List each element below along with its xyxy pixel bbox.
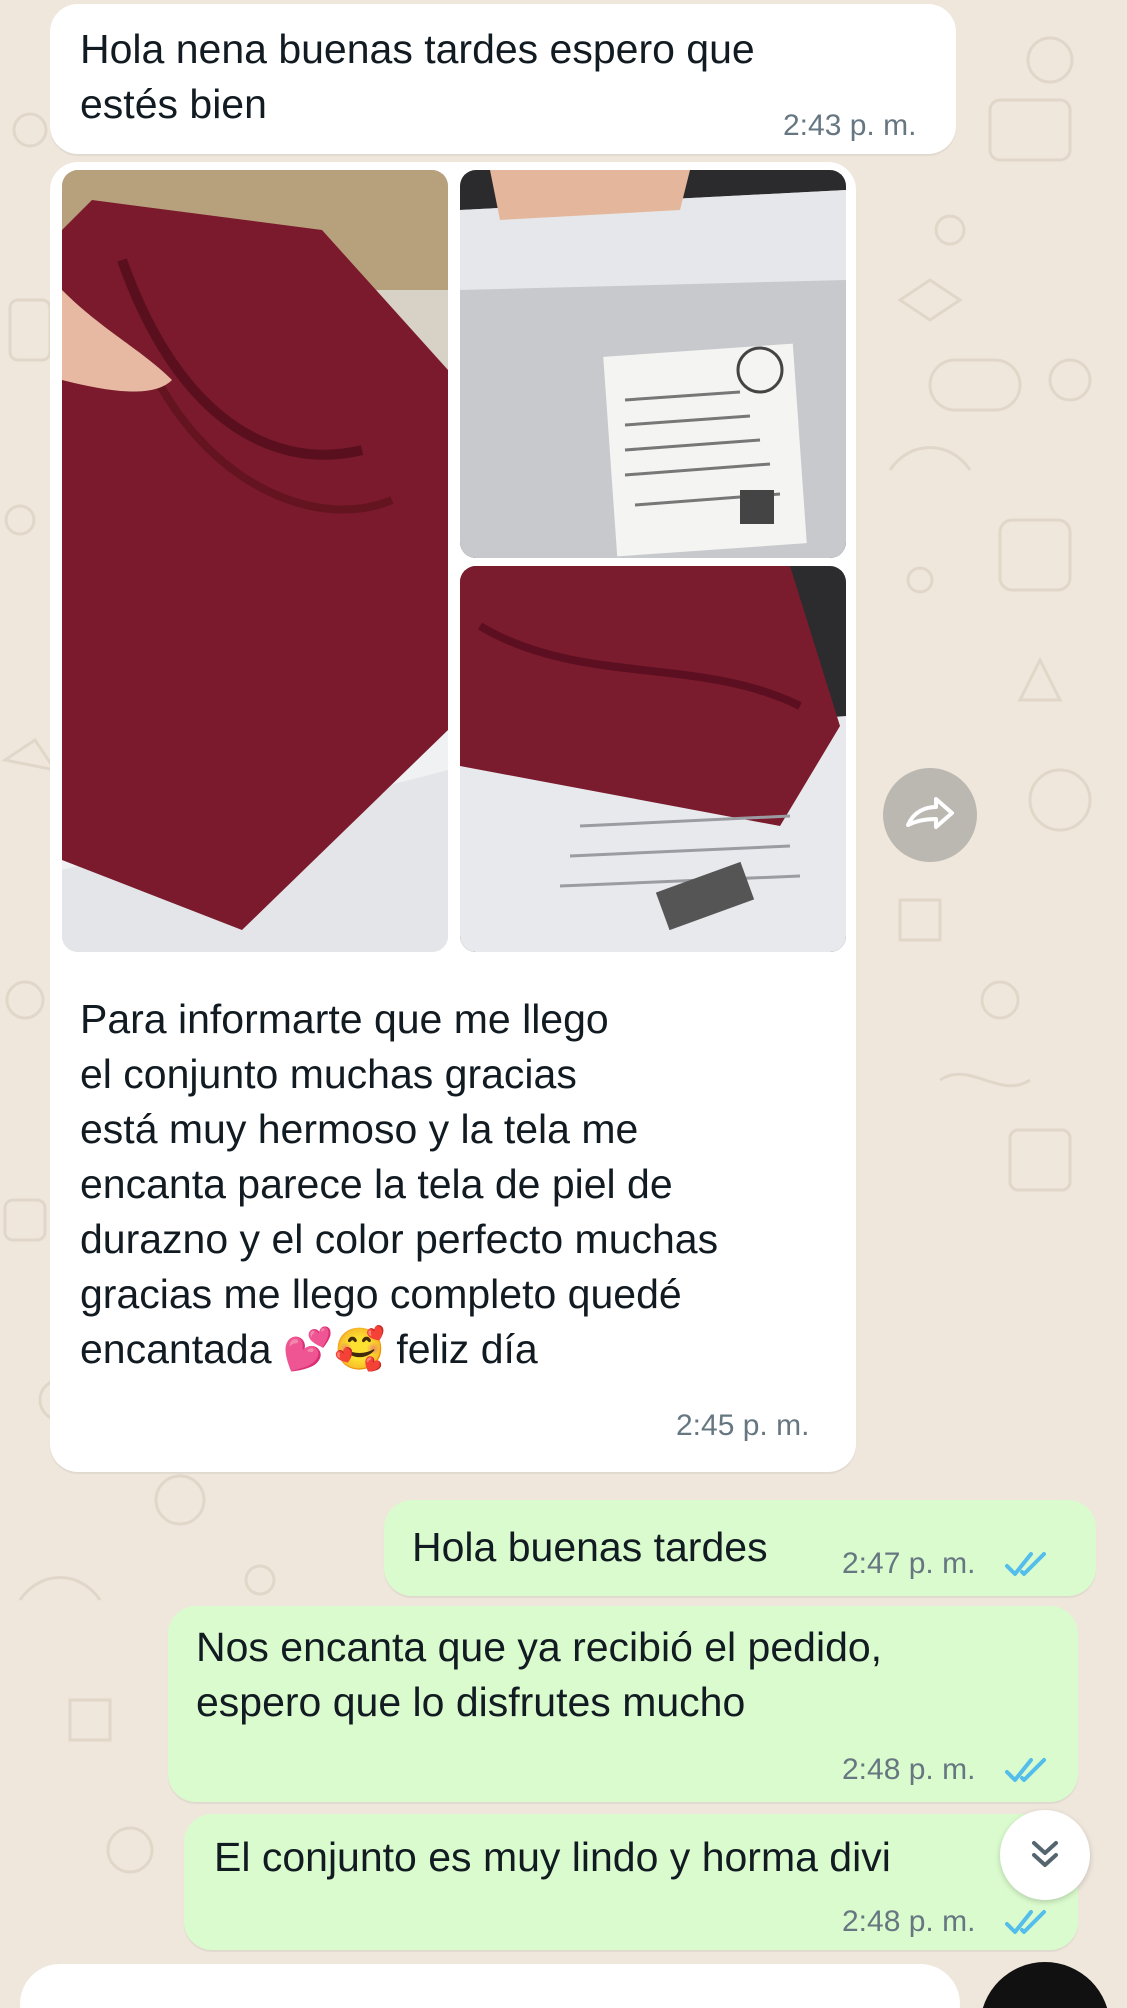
folded-garment-on-package-photo <box>460 566 846 952</box>
outgoing-message-bubble[interactable]: El conjunto es muy lindo y horma divi 2:… <box>184 1814 1078 1950</box>
message-text: Hola nena buenas tardes espero que estés… <box>80 26 755 127</box>
outgoing-message-bubble[interactable]: Hola buenas tardes 2:47 p. m. <box>384 1500 1096 1596</box>
double-check-icon <box>1005 1758 1046 1782</box>
double-chevron-down-icon <box>1032 1841 1058 1867</box>
message-text: El conjunto es muy lindo y horma divi <box>214 1834 891 1880</box>
photo-caption-text: Para informarte que me llego el conjunto… <box>80 996 719 1372</box>
scroll-to-bottom-button[interactable] <box>1000 1810 1090 1900</box>
incoming-photo-message-bubble[interactable]: Para informarte que me llego el conjunto… <box>50 162 856 1472</box>
outgoing-message-bubble[interactable]: Nos encanta que ya recibió el pedido, es… <box>168 1606 1078 1802</box>
message-text: Hola buenas tardes <box>412 1524 768 1570</box>
photo-thumbnail[interactable] <box>460 170 846 558</box>
incoming-message-bubble[interactable]: Hola nena buenas tardes espero que estés… <box>50 4 956 154</box>
message-composer[interactable] <box>20 1964 960 2008</box>
message-timestamp: 2:47 p. m. <box>842 1547 976 1580</box>
message-timestamp: 2:48 p. m. <box>842 1753 976 1786</box>
forward-button[interactable] <box>883 768 977 862</box>
burgundy-garment-photo <box>62 170 448 952</box>
message-timestamp: 2:43 p. m. <box>783 109 917 142</box>
forward-icon <box>906 797 954 829</box>
message-timestamp: 2:45 p. m. <box>676 1409 810 1442</box>
shipping-package-photo <box>460 170 846 558</box>
double-check-icon <box>1005 1552 1046 1576</box>
double-check-icon <box>1005 1910 1046 1934</box>
photo-thumbnail[interactable] <box>460 566 846 952</box>
photo-thumbnail[interactable] <box>62 170 448 952</box>
message-timestamp: 2:48 p. m. <box>842 1905 976 1938</box>
message-text: Nos encanta que ya recibió el pedido, es… <box>196 1624 883 1725</box>
